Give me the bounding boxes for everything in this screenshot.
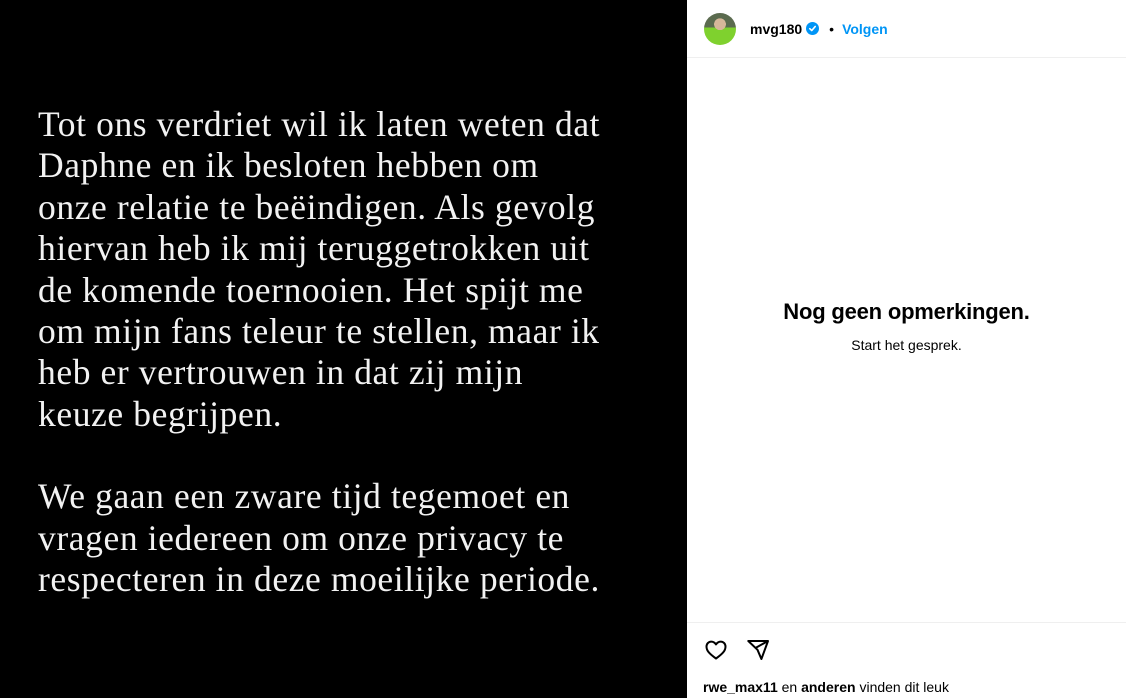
media-line: heb er vertrouwen in dat zij mijn <box>38 352 524 393</box>
post-media[interactable]: Tot ons verdriet wil ik laten weten dat … <box>0 0 687 698</box>
header-separator: • <box>829 20 835 37</box>
media-line: hiervan heb ik mij teruggetrokken uit <box>38 228 590 269</box>
media-line: respecteren in deze moeilijke periode. <box>38 559 600 600</box>
post-header: mvg180 • Volgen <box>687 0 1126 58</box>
media-line: We gaan een zware tijd tegemoet en <box>38 476 571 517</box>
avatar[interactable] <box>704 12 736 45</box>
comments-section: Nog geen opmerkingen. Start het gesprek. <box>687 58 1126 622</box>
media-paragraph-2: We gaan een zware tijd tegemoet en vrage… <box>38 476 638 600</box>
media-paragraph-1: Tot ons verdriet wil ik laten weten dat … <box>38 104 638 435</box>
media-line: keuze begrijpen. <box>38 393 283 434</box>
likes-summary: rwe_max11 en anderen vinden dit leuk <box>703 679 949 695</box>
post-dialog: Tot ons verdriet wil ik laten weten dat … <box>0 0 1126 698</box>
media-text: Tot ons verdriet wil ik laten weten dat … <box>38 104 638 600</box>
empty-comments-title: Nog geen opmerkingen. <box>783 299 1030 324</box>
likes-connector: en <box>781 679 798 695</box>
media-line: vragen iedereen om onze privacy te <box>38 517 565 558</box>
post-sidebar: mvg180 • Volgen Nog geen opmerkingen. St… <box>687 0 1126 698</box>
follow-button[interactable]: Volgen <box>842 21 888 37</box>
likes-suffix: vinden dit leuk <box>859 679 949 695</box>
verified-badge-icon <box>806 22 820 35</box>
actions-bar: rwe_max11 en anderen vinden dit leuk <box>687 622 1126 698</box>
heart-icon[interactable] <box>703 637 729 663</box>
empty-comments-subtitle: Start het gesprek. <box>851 337 962 353</box>
username-link[interactable]: mvg180 <box>750 21 802 37</box>
likes-others-link[interactable]: anderen <box>801 679 855 695</box>
media-line: Daphne en ik besloten hebben om <box>38 145 539 186</box>
media-line: de komende toernooien. Het spijt me <box>38 269 584 310</box>
media-line: om mijn fans teleur te stellen, maar ik <box>38 311 600 352</box>
liker-username[interactable]: rwe_max11 <box>703 679 778 695</box>
media-line: onze relatie te beëindigen. Als gevolg <box>38 186 596 227</box>
share-icon[interactable] <box>745 637 771 663</box>
media-line: Tot ons verdriet wil ik laten weten dat <box>38 104 601 144</box>
action-buttons <box>703 637 771 663</box>
